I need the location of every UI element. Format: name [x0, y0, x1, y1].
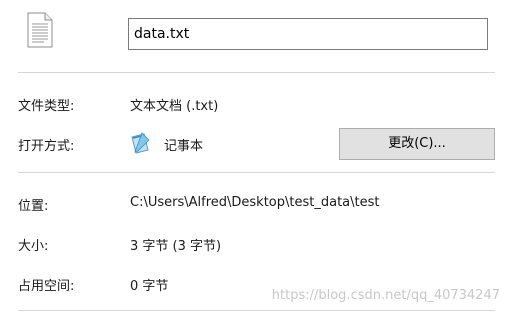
file-type-value: 文本文档 (.txt) — [130, 99, 219, 114]
size-label: 大小: — [18, 239, 49, 254]
file-type-label: 文件类型: — [18, 99, 75, 114]
size-on-disk-value: 0 字节 — [130, 279, 169, 294]
size-value: 3 字节 (3 字节) — [130, 239, 222, 254]
text-document-icon — [26, 12, 54, 48]
notepad-icon — [128, 131, 152, 155]
location-label: 位置: — [18, 199, 49, 214]
location-value: C:\Users\Alfred\Desktop\test_data\test — [130, 195, 380, 210]
open-with-label: 打开方式: — [18, 139, 75, 154]
change-button[interactable]: 更改(C)... — [339, 128, 495, 160]
divider — [18, 72, 495, 73]
divider — [18, 172, 495, 173]
size-on-disk-label: 占用空间: — [18, 279, 75, 294]
watermark: https://blog.csdn.net/qq_40734247 — [271, 288, 500, 303]
open-with-app-name: 记事本 — [164, 139, 204, 154]
file-name-input[interactable] — [128, 18, 488, 50]
divider — [18, 310, 495, 311]
